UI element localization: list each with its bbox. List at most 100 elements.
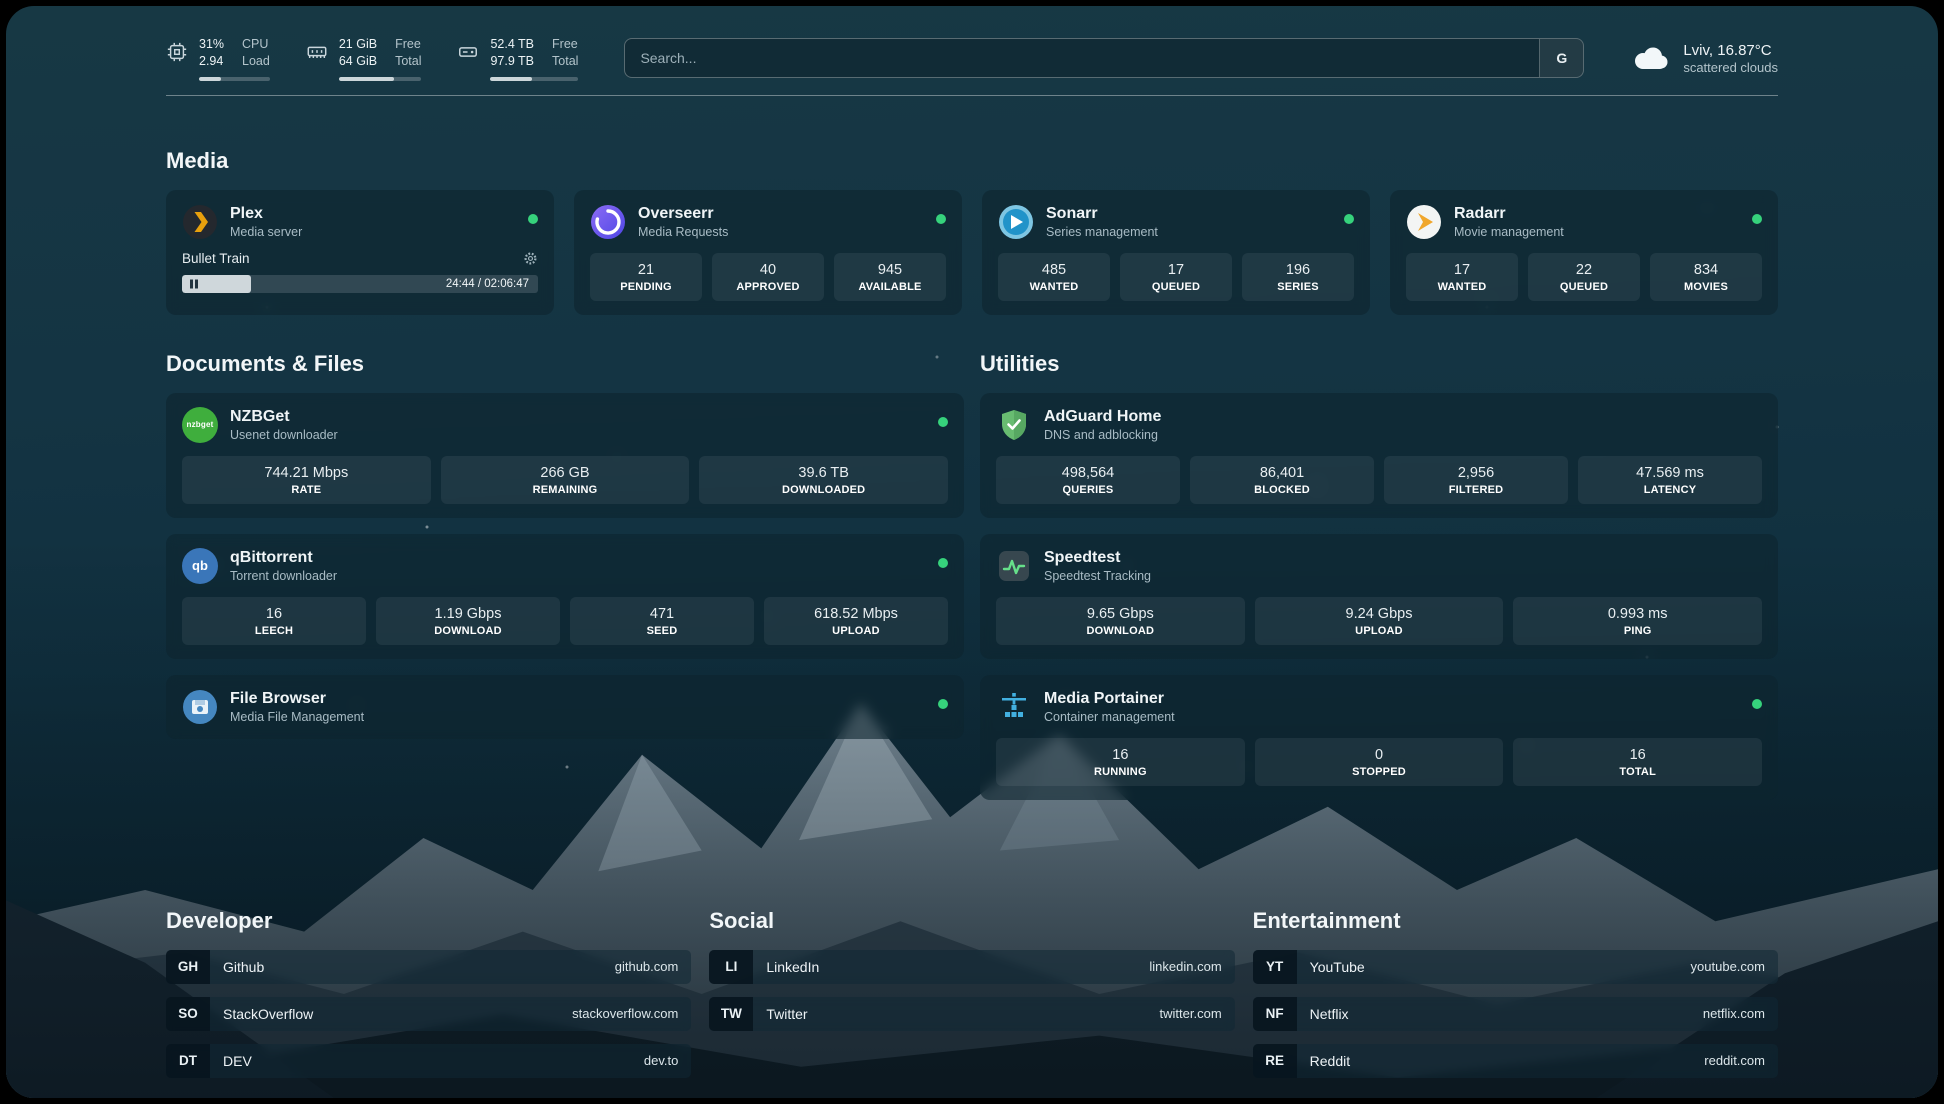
bookmark-github[interactable]: GH Github github.com <box>166 950 691 984</box>
search-bar[interactable]: G <box>624 38 1584 78</box>
nzbget-icon: nzbget <box>182 407 218 443</box>
bookmark-badge: LI <box>709 950 753 984</box>
app-desc: Speedtest Tracking <box>1044 569 1151 583</box>
utilities-section-title: Utilities <box>980 351 1778 377</box>
stat-box: 266 GB REMAINING <box>441 456 690 504</box>
app-name: Overseerr <box>638 204 728 223</box>
stat-box: 86,401 BLOCKED <box>1190 456 1374 504</box>
search-input[interactable] <box>625 39 1539 77</box>
weather-location: Lviv, 16.87°C <box>1683 42 1778 59</box>
filebrowser-icon <box>182 689 218 725</box>
bookmark-badge: TW <box>709 997 753 1031</box>
disk-progress-bar <box>490 77 578 81</box>
app-card-qbittorrent[interactable]: qb qBittorrent Torrent downloader 16 LEE… <box>166 534 964 659</box>
now-playing-title: Bullet Train <box>182 251 250 266</box>
portainer-icon <box>996 689 1032 725</box>
stat-box: 0.993 ms PING <box>1513 597 1762 645</box>
app-desc: Container management <box>1044 710 1175 724</box>
entertainment-section-title: Entertainment <box>1253 908 1778 934</box>
stat-box: 618.52 Mbps UPLOAD <box>764 597 948 645</box>
app-name: NZBGet <box>230 407 338 426</box>
disk-free: 52.4 TB <box>490 36 534 53</box>
social-section-title: Social <box>709 908 1234 934</box>
app-name: Sonarr <box>1046 204 1158 223</box>
app-name: qBittorrent <box>230 548 337 567</box>
sonarr-icon <box>998 204 1034 240</box>
speedtest-icon <box>996 548 1032 584</box>
app-card-speedtest[interactable]: Speedtest Speedtest Tracking 9.65 Gbps D… <box>980 534 1778 659</box>
disk-progress-fill <box>490 77 531 81</box>
playback-time: 24:44 / 02:06:47 <box>446 278 529 290</box>
stat-box: 2,956 FILTERED <box>1384 456 1568 504</box>
cpu-load-label: Load <box>242 53 270 70</box>
app-name: File Browser <box>230 689 364 708</box>
app-desc: DNS and adblocking <box>1044 428 1161 442</box>
stat-box: 39.6 TB DOWNLOADED <box>699 456 948 504</box>
qbittorrent-icon: qb <box>182 548 218 584</box>
ram-icon <box>306 41 328 63</box>
stat-box: 9.24 Gbps UPLOAD <box>1255 597 1504 645</box>
app-name: Plex <box>230 204 302 223</box>
pause-icon[interactable] <box>190 279 198 288</box>
stat-box: 1.19 Gbps DOWNLOAD <box>376 597 560 645</box>
disk-icon <box>457 41 479 63</box>
stat-box: 40 APPROVED <box>712 253 824 301</box>
disk-stat: 52.4 TB 97.9 TB Free Total <box>457 36 578 81</box>
stat-box: 17 WANTED <box>1406 253 1518 301</box>
app-desc: Series management <box>1046 225 1158 239</box>
disk-stat-body: 52.4 TB 97.9 TB Free Total <box>490 36 578 81</box>
app-name: Speedtest <box>1044 548 1151 567</box>
section-developer: Developer GH Github github.com SO StackO… <box>166 908 691 1078</box>
app-desc: Usenet downloader <box>230 428 338 442</box>
stat-box: 196 SERIES <box>1242 253 1354 301</box>
app-name: Radarr <box>1454 204 1564 223</box>
bookmark-badge: DT <box>166 1044 210 1078</box>
cpu-label: CPU <box>242 36 270 53</box>
bookmark-twitter[interactable]: TW Twitter twitter.com <box>709 997 1234 1031</box>
gear-icon[interactable] <box>523 251 538 266</box>
status-badge <box>938 417 948 427</box>
stat-box: 945 AVAILABLE <box>834 253 946 301</box>
stat-box: 485 WANTED <box>998 253 1110 301</box>
app-card-adguard[interactable]: AdGuard Home DNS and adblocking 498,564 … <box>980 393 1778 518</box>
disk-total: 97.9 TB <box>490 53 534 70</box>
playback-progress-bar[interactable]: 24:44 / 02:06:47 <box>182 275 538 293</box>
bookmark-dev[interactable]: DT DEV dev.to <box>166 1044 691 1078</box>
app-desc: Movie management <box>1454 225 1564 239</box>
app-card-plex[interactable]: Plex Media server Bullet Train <box>166 190 554 315</box>
stat-box: 16 TOTAL <box>1513 738 1762 786</box>
developer-section-title: Developer <box>166 908 691 934</box>
bookmark-linkedin[interactable]: LI LinkedIn linkedin.com <box>709 950 1234 984</box>
stat-box: 498,564 QUERIES <box>996 456 1180 504</box>
ram-free: 21 GiB <box>339 36 377 53</box>
top-bar: 31% 2.94 CPU Load <box>166 36 1778 81</box>
app-card-sonarr[interactable]: Sonarr Series management 485 WANTED 17 Q… <box>982 190 1370 315</box>
bookmark-stackoverflow[interactable]: SO StackOverflow stackoverflow.com <box>166 997 691 1031</box>
cpu-stat-body: 31% 2.94 CPU Load <box>199 36 270 81</box>
app-card-overseerr[interactable]: Overseerr Media Requests 21 PENDING 40 A… <box>574 190 962 315</box>
app-card-nzbget[interactable]: nzbget NZBGet Usenet downloader 744.21 M… <box>166 393 964 518</box>
app-desc: Torrent downloader <box>230 569 337 583</box>
app-card-filebrowser[interactable]: File Browser Media File Management <box>166 675 964 739</box>
stat-box: 9.65 Gbps DOWNLOAD <box>996 597 1245 645</box>
ram-total-label: Total <box>395 53 421 70</box>
bookmark-reddit[interactable]: RE Reddit reddit.com <box>1253 1044 1778 1078</box>
documents-section-title: Documents & Files <box>166 351 964 377</box>
cloud-icon <box>1630 45 1670 71</box>
stat-box: 0 STOPPED <box>1255 738 1504 786</box>
status-badge <box>936 214 946 224</box>
search-engine-button[interactable]: G <box>1539 39 1583 77</box>
bookmark-badge: SO <box>166 997 210 1031</box>
bookmark-netflix[interactable]: NF Netflix netflix.com <box>1253 997 1778 1031</box>
dashboard-content: 31% 2.94 CPU Load <box>6 6 1938 1098</box>
media-section-title: Media <box>166 148 1778 174</box>
stat-box: 834 MOVIES <box>1650 253 1762 301</box>
bookmark-youtube[interactable]: YT YouTube youtube.com <box>1253 950 1778 984</box>
app-card-radarr[interactable]: Radarr Movie management 17 WANTED 22 QUE… <box>1390 190 1778 315</box>
section-social: Social LI LinkedIn linkedin.com TW Twitt… <box>709 908 1234 1031</box>
bookmark-badge: NF <box>1253 997 1297 1031</box>
app-card-portainer[interactable]: Media Portainer Container management 16 … <box>980 675 1778 800</box>
stat-box: 471 SEED <box>570 597 754 645</box>
dashboard-page: 31% 2.94 CPU Load <box>6 6 1938 1098</box>
plex-icon <box>182 204 218 240</box>
